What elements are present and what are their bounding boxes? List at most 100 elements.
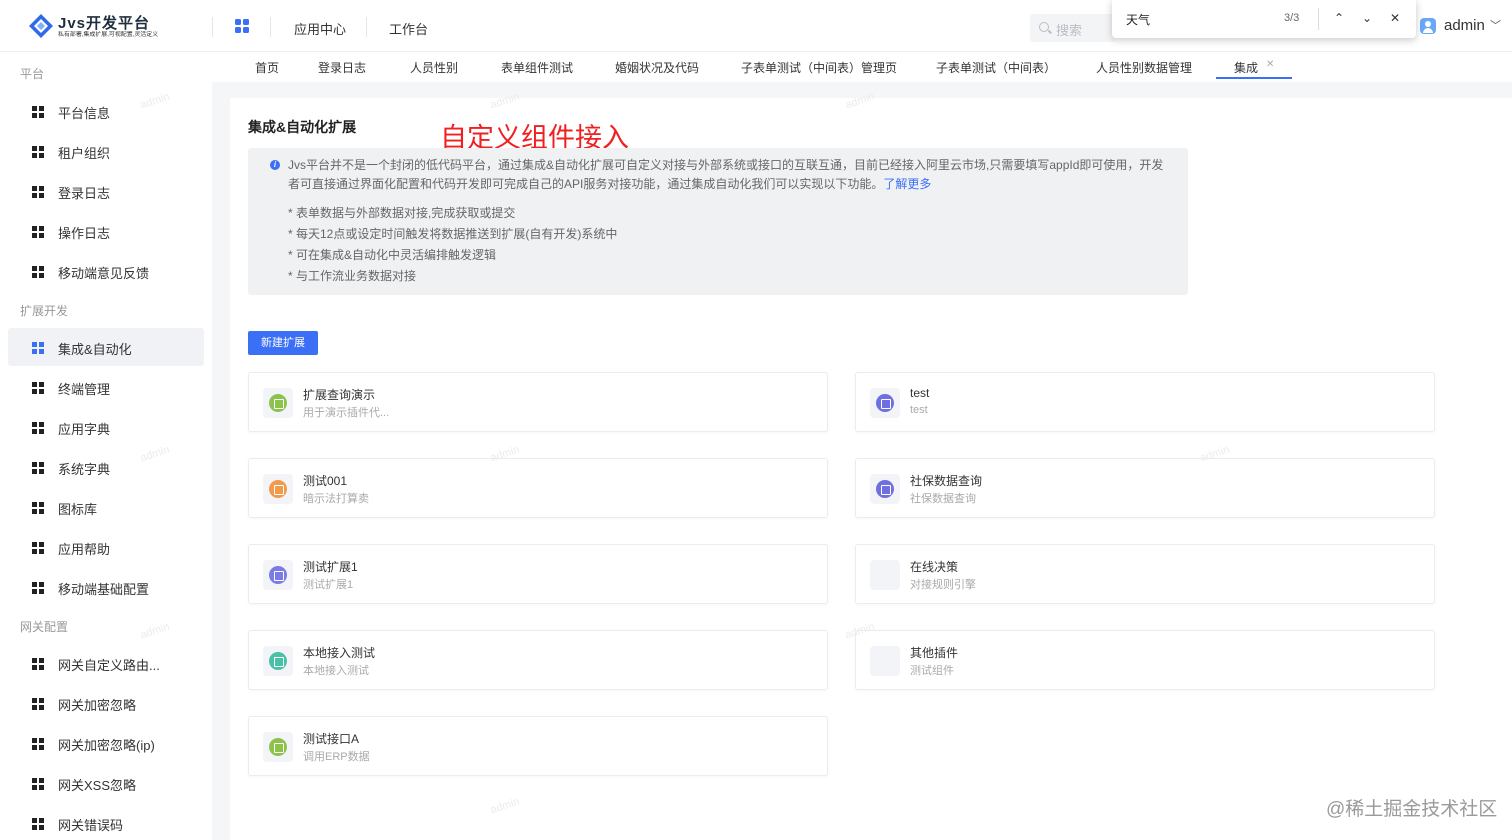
- extension-name: 其他插件: [910, 646, 959, 660]
- logo-icon: [29, 14, 53, 38]
- extension-icon: [263, 560, 293, 590]
- chevron-down-icon[interactable]: ﹀: [1490, 17, 1501, 33]
- extension-card[interactable]: 测试接口A 调用ERP数据: [248, 716, 828, 776]
- sidebar: 平台 平台信息 租户组织 登录日志 操作日志 移动端意见反馈 扩展开发 集成&自…: [0, 52, 212, 840]
- logo[interactable]: Jvs开发平台 私有部署,集成扩展,可视配置,灵活定义: [28, 12, 188, 42]
- tab-form-component-test[interactable]: 表单组件测试: [501, 59, 573, 76]
- divider: [270, 17, 271, 37]
- sidebar-item-login-log[interactable]: 登录日志: [8, 172, 204, 210]
- grid-icon: [32, 226, 44, 238]
- grid-icon: [32, 186, 44, 198]
- sidebar-item-label: 移动端基础配置: [58, 582, 150, 597]
- new-extension-button[interactable]: 新建扩展: [248, 331, 318, 355]
- extension-icon: [870, 388, 900, 418]
- sidebar-item-gateway-route[interactable]: 网关自定义路由...: [8, 644, 204, 682]
- extension-card[interactable]: 测试001 暗示法打算卖: [248, 458, 828, 518]
- divider: [212, 17, 213, 37]
- find-prev-icon[interactable]: ⌃: [1330, 9, 1348, 27]
- extension-card[interactable]: 社保数据查询 社保数据查询: [855, 458, 1435, 518]
- tab-login-log[interactable]: 登录日志: [318, 59, 366, 76]
- sidebar-item-system-dict[interactable]: 系统字典: [8, 448, 204, 486]
- extension-icon: [870, 646, 900, 676]
- nav-workbench[interactable]: 工作台: [389, 19, 428, 38]
- sidebar-item-label: 图标库: [58, 502, 98, 517]
- extension-icon: [870, 560, 900, 590]
- sidebar-item-label: 网关自定义路由...: [58, 658, 160, 673]
- extension-card[interactable]: 其他插件 测试组件: [855, 630, 1435, 690]
- close-icon[interactable]: ✕: [1266, 59, 1274, 70]
- extension-name: 测试001: [303, 474, 348, 488]
- sidebar-item-tenant-org[interactable]: 租户组织: [8, 132, 204, 170]
- extension-icon: [263, 388, 293, 418]
- sidebar-item-platform-info[interactable]: 平台信息: [8, 92, 204, 130]
- find-close-icon[interactable]: ✕: [1386, 9, 1404, 27]
- sidebar-item-app-dict[interactable]: 应用字典: [8, 408, 204, 446]
- sidebar-item-integration[interactable]: 集成&自动化: [8, 328, 204, 366]
- grid-icon: [32, 422, 44, 434]
- sidebar-group-platform: 平台: [20, 67, 45, 81]
- extension-desc: 社保数据查询: [910, 493, 976, 505]
- sidebar-item-operation-log[interactable]: 操作日志: [8, 212, 204, 250]
- page-title: 集成&自动化扩展: [248, 119, 357, 135]
- tab-home[interactable]: 首页: [255, 59, 279, 76]
- grid-icon: [32, 342, 44, 354]
- tab-person-gender[interactable]: 人员性别: [410, 59, 458, 76]
- sidebar-item-gateway-xss-ignore[interactable]: 网关XSS忽略: [8, 764, 204, 802]
- sidebar-item-icon-library[interactable]: 图标库: [8, 488, 204, 526]
- extension-name: 本地接入测试: [303, 646, 376, 660]
- avatar[interactable]: [1420, 18, 1436, 34]
- sidebar-item-mobile-config[interactable]: 移动端基础配置: [8, 568, 204, 606]
- find-next-icon[interactable]: ⌄: [1358, 9, 1376, 27]
- extension-card[interactable]: test test: [855, 372, 1435, 432]
- extension-icon: [263, 474, 293, 504]
- sidebar-item-label: 登录日志: [58, 186, 111, 201]
- grid-icon: [32, 382, 44, 394]
- sidebar-item-gateway-encrypt-ignore-ip[interactable]: 网关加密忽略(ip): [8, 724, 204, 762]
- extension-card[interactable]: 在线决策 对接规则引擎: [855, 544, 1435, 604]
- site-watermark: @稀土掘金技术社区: [1326, 799, 1498, 820]
- sidebar-item-app-help[interactable]: 应用帮助: [8, 528, 204, 566]
- tab-gender-data-manage[interactable]: 人员性别数据管理: [1096, 59, 1192, 76]
- extension-card[interactable]: 测试扩展1 测试扩展1: [248, 544, 828, 604]
- extension-desc: test: [910, 404, 928, 416]
- find-bar: 天气 3/3 ⌃ ⌄ ✕: [1112, 0, 1416, 38]
- sidebar-group-extension: 扩展开发: [20, 304, 69, 318]
- user-name[interactable]: admin: [1444, 17, 1485, 34]
- sidebar-item-label: 操作日志: [58, 226, 111, 241]
- info-icon: i: [270, 160, 280, 170]
- grid-icon: [32, 658, 44, 670]
- extension-name: 扩展查询演示: [303, 388, 376, 402]
- sidebar-item-terminal[interactable]: 终端管理: [8, 368, 204, 406]
- sidebar-item-label: 网关XSS忽略: [58, 778, 137, 793]
- divider: [366, 17, 367, 37]
- search-input[interactable]: 搜索: [1030, 14, 1116, 42]
- nav-app-center[interactable]: 应用中心: [294, 19, 346, 38]
- apps-grid-icon[interactable]: [235, 19, 249, 33]
- tab-marital-status[interactable]: 婚姻状况及代码: [615, 59, 699, 76]
- sidebar-item-gateway-encrypt-ignore[interactable]: 网关加密忽略: [8, 684, 204, 722]
- extension-card[interactable]: 扩展查询演示 用于演示插件代...: [248, 372, 828, 432]
- extension-name: 社保数据查询: [910, 474, 983, 488]
- grid-icon: [32, 582, 44, 594]
- sidebar-item-mobile-feedback[interactable]: 移动端意见反馈: [8, 252, 204, 290]
- extension-desc: 测试组件: [910, 665, 954, 677]
- info-bullet: * 可在集成&自动化中灵活编排触发逻辑: [288, 248, 497, 262]
- logo-subtitle: 私有部署,集成扩展,可视配置,灵活定义: [58, 31, 159, 38]
- grid-icon: [32, 778, 44, 790]
- learn-more-link[interactable]: 了解更多: [883, 177, 931, 191]
- extension-desc: 暗示法打算卖: [303, 493, 369, 505]
- find-input[interactable]: 天气: [1126, 11, 1150, 28]
- info-box: i Jvs平台并不是一个封闭的低代码平台，通过集成&自动化扩展可自定义对接与外部…: [248, 148, 1188, 295]
- info-bullet: * 与工作流业务数据对接: [288, 269, 417, 283]
- tab-subform-manage[interactable]: 子表单测试（中间表）管理页: [741, 59, 897, 76]
- active-tab-indicator: [1216, 77, 1292, 79]
- tab-subform-test[interactable]: 子表单测试（中间表）: [936, 59, 1056, 76]
- info-bullet: * 每天12点或设定时间触发将数据推送到扩展(自有开发)系统中: [288, 227, 618, 241]
- info-text: Jvs平台并不是一个封闭的低代码平台，通过集成&自动化扩展可自定义对接与外部系统…: [288, 156, 1168, 194]
- tab-integration[interactable]: 集成: [1234, 59, 1258, 76]
- sidebar-item-label: 移动端意见反馈: [58, 266, 150, 281]
- extension-icon: [263, 732, 293, 762]
- sidebar-item-gateway-error-code[interactable]: 网关错误码: [8, 804, 204, 840]
- extension-desc: 对接规则引擎: [910, 579, 976, 591]
- extension-card[interactable]: 本地接入测试 本地接入测试: [248, 630, 828, 690]
